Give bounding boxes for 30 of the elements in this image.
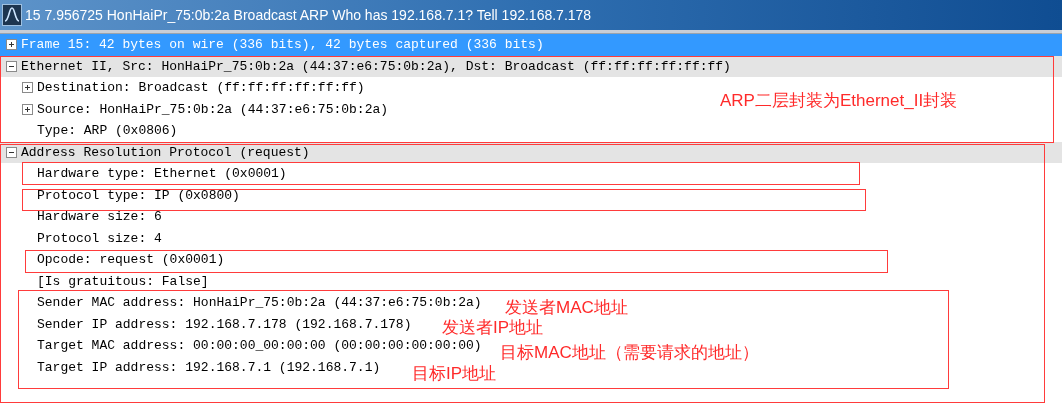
- tree-label[interactable]: Sender MAC address: HonHaiPr_75:0b:2a (44:37:e6:75:0b:2a): [37, 293, 482, 313]
- waveform-icon: [2, 4, 22, 26]
- annotation-text: 发送者MAC地址: [505, 299, 628, 316]
- tree-row[interactable]: Ethernet II, Src: HonHaiPr_75:0b:2a (44:37:e6:75:0b:2a), Dst: Broadcast (ff:ff:ff:ff:ff:ff): [0, 55, 1062, 77]
- tree-label[interactable]: Protocol size: 4: [37, 228, 162, 248]
- tree-label[interactable]: Source: HonHaiPr_75:0b:2a (44:37:e6:75:0b:2a): [37, 99, 389, 119]
- tree-label[interactable]: Hardware type: Ethernet (0x0001): [37, 164, 287, 184]
- expand-icon[interactable]: [22, 82, 33, 94]
- annotation-text: ARP二层封装为Ethernet_II封装: [720, 92, 958, 109]
- tree-label[interactable]: Destination: Broadcast (ff:ff:ff:ff:ff:ff): [37, 78, 365, 98]
- tree-label: Ethernet II, Src: HonHaiPr_75:0b:2a (44:37:e6:75:0b:2a), Dst: Broadcast (ff:ff:ff:ff:ff:ff): [21, 57, 731, 76]
- tree-label[interactable]: Target IP address: 192.168.7.1 (192.168.7.1): [37, 357, 381, 377]
- tree-label: Address Resolution Protocol (request): [21, 143, 310, 162]
- expand-icon[interactable]: [6, 39, 17, 51]
- tree-label[interactable]: Opcode: request (0x0001): [37, 250, 225, 270]
- tree-label[interactable]: Sender IP address: 192.168.7.178 (192.168.7.178): [37, 314, 412, 334]
- collapse-icon[interactable]: [6, 146, 17, 158]
- tree-label[interactable]: [Is gratuitous: False]: [37, 271, 209, 291]
- annotation-text: 发送者IP地址: [442, 319, 544, 336]
- tree-label: Frame 15: 42 bytes on wire (336 bits), 42 bytes captured (336 bits): [21, 36, 544, 54]
- expand-icon[interactable]: [22, 103, 33, 115]
- annotation-text: 目标MAC地址（需要请求的地址）: [500, 344, 759, 361]
- tree-label[interactable]: Target MAC address: 00:00:00_00:00:00 (00:00:00:00:00:00): [37, 336, 482, 356]
- collapse-icon[interactable]: [6, 60, 17, 72]
- tree-label[interactable]: Hardware size: 6: [37, 207, 162, 227]
- annotation-text: 目标IP地址: [412, 365, 497, 382]
- window-title: 15 7.956725 HonHaiPr_75:0b:2a Broadcast ARP Who has 192.168.7.1? Tell 192.168.7.178: [25, 5, 592, 25]
- tree-row[interactable]: Address Resolution Protocol (request): [0, 141, 1062, 163]
- tree-label[interactable]: Type: ARP (0x0806): [37, 121, 178, 141]
- tree-label[interactable]: Protocol type: IP (0x0800): [37, 185, 240, 205]
